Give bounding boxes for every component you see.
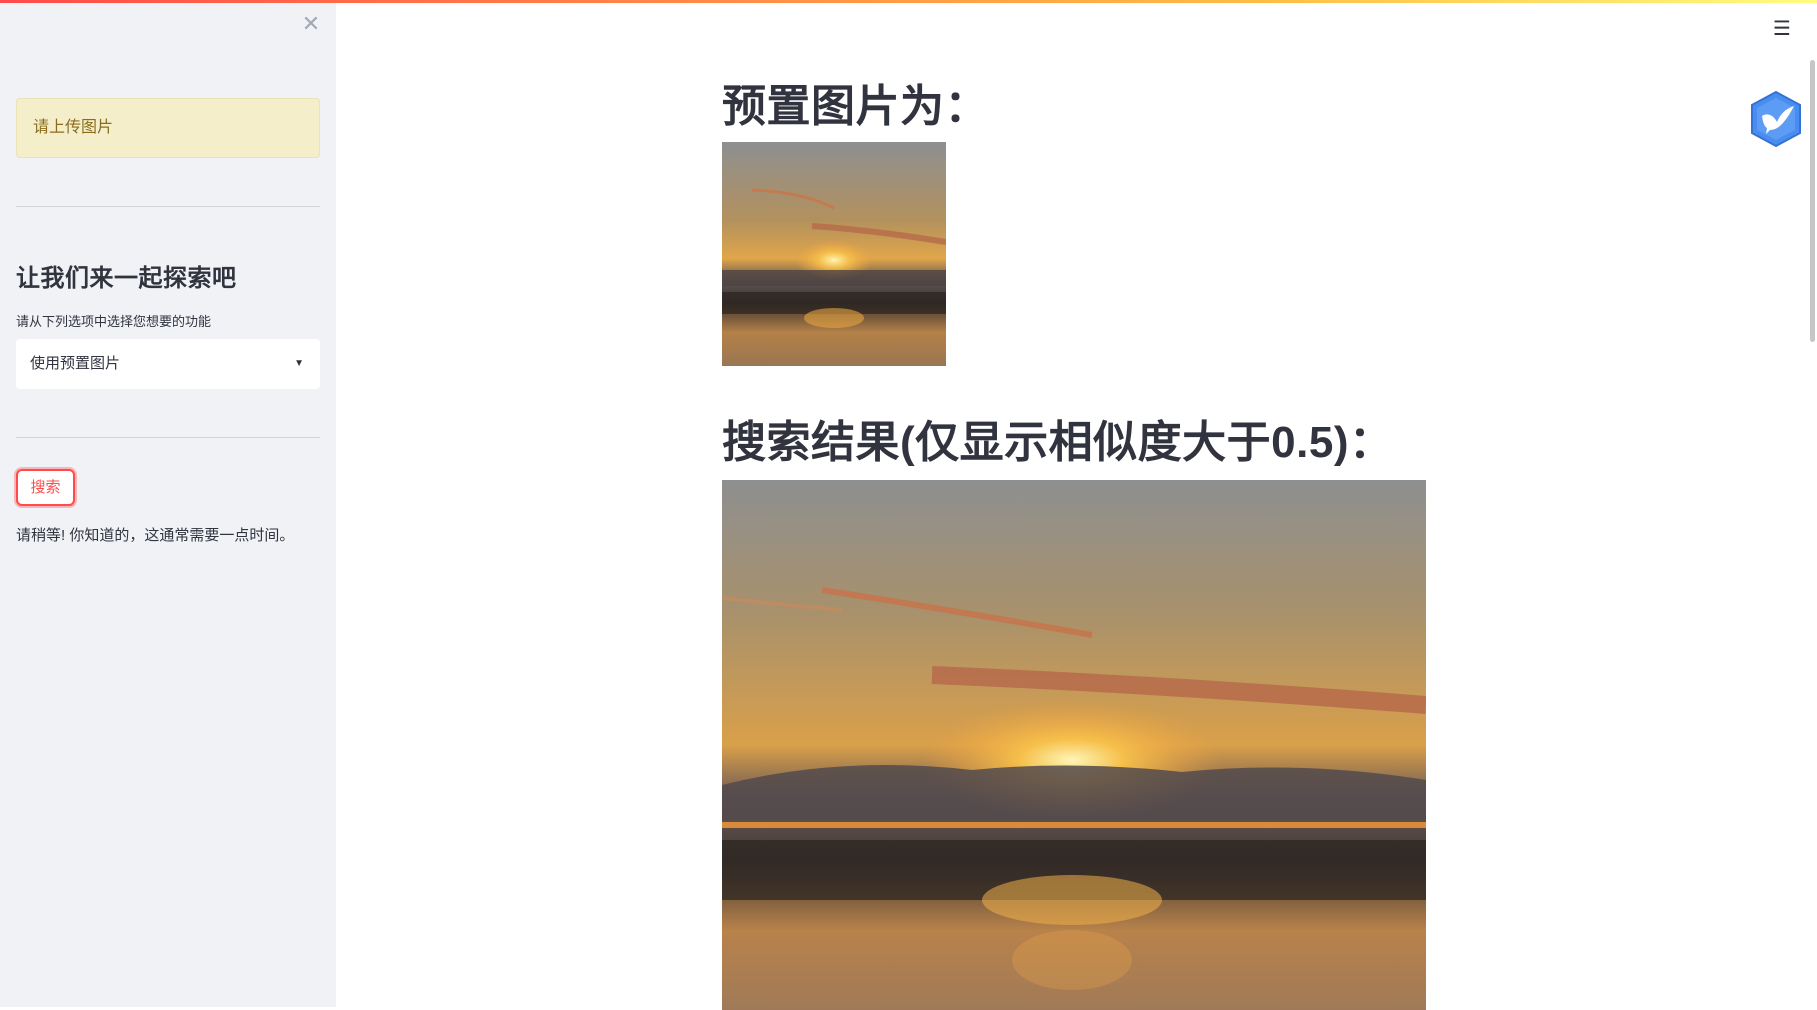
select-label: 请从下列选项中选择您想要的功能 bbox=[16, 314, 212, 329]
preset-image-heading: 预置图片为： bbox=[722, 82, 989, 131]
search-button[interactable]: 搜索 bbox=[16, 469, 75, 506]
divider bbox=[16, 437, 320, 438]
divider bbox=[16, 206, 320, 207]
alert-text: 请上传图片 bbox=[33, 119, 114, 136]
chevron-down-icon: ▼ bbox=[294, 358, 304, 369]
preset-image bbox=[722, 142, 946, 366]
bird-hexagon-icon[interactable] bbox=[1748, 90, 1804, 148]
function-select[interactable]: 使用预置图片 ▼ bbox=[16, 339, 320, 389]
wait-message: 请稍等! 你知道的，这通常需要一点时间。 bbox=[16, 527, 295, 544]
top-decoration-bar bbox=[0, 0, 1817, 3]
scrollbar[interactable] bbox=[1810, 60, 1815, 342]
hamburger-menu-icon[interactable]: ☰ bbox=[1768, 16, 1796, 42]
main-content: ☰ 预置图片为： 搜索结果(仅显示相似度大于0.5)： bbox=[336, 0, 1817, 1010]
result-image bbox=[722, 480, 1426, 1010]
search-result-heading: 搜索结果(仅显示相似度大于0.5)： bbox=[722, 418, 1394, 467]
close-icon[interactable]: ✕ bbox=[300, 12, 322, 36]
select-value: 使用预置图片 bbox=[30, 355, 121, 372]
upload-warning-alert: 请上传图片 bbox=[16, 98, 320, 158]
sidebar: ✕ 请上传图片 让我们来一起探索吧 请从下列选项中选择您想要的功能 使用预置图片… bbox=[0, 0, 336, 1007]
sidebar-heading: 让我们来一起探索吧 bbox=[16, 265, 237, 292]
